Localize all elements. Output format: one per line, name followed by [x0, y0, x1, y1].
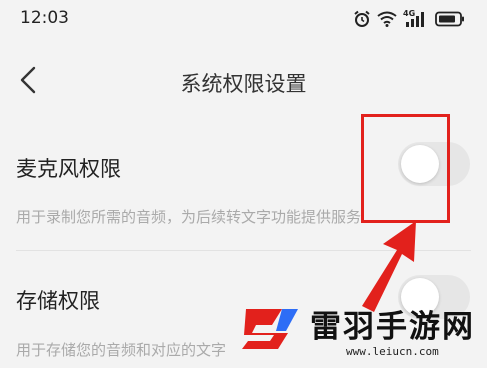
watermark: 雷羽手游网 www.leiucn.com [236, 295, 487, 368]
watermark-name: 雷羽手游网 [310, 309, 475, 345]
watermark-logo [242, 309, 298, 349]
watermark-url: www.leiucn.com [346, 345, 439, 358]
